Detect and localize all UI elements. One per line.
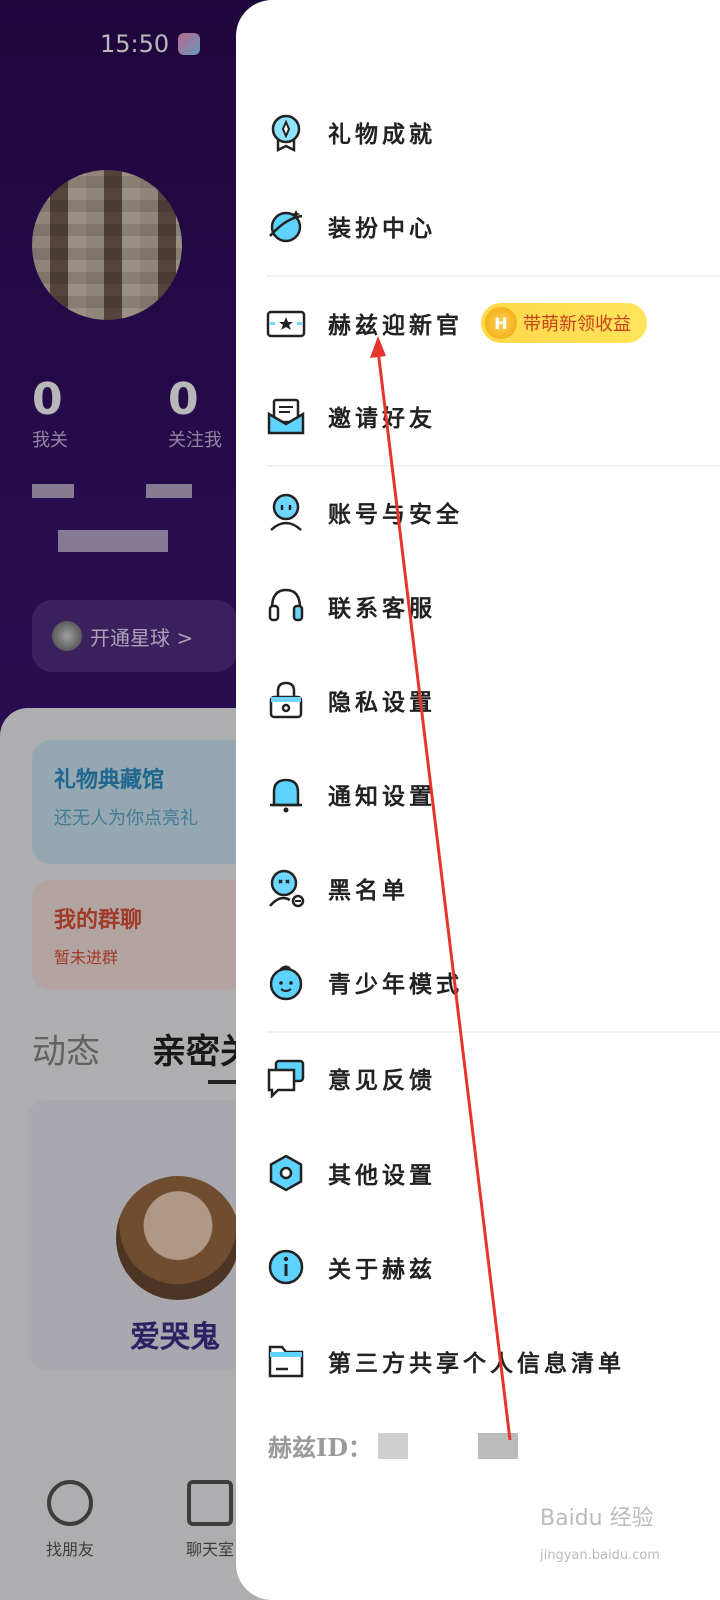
divider	[266, 1031, 720, 1033]
user-icon	[270, 493, 302, 531]
blocked-user-icon	[269, 869, 305, 908]
menu-label: 礼物成就	[328, 121, 436, 148]
chat-bubble-icon	[267, 1059, 305, 1098]
hertz-id: 赫兹ID：	[268, 1428, 519, 1463]
lock-icon	[269, 681, 303, 719]
menu-item-dress-up-center[interactable]: 装扮中心	[266, 196, 706, 256]
headset-icon	[268, 588, 304, 622]
star-card-icon	[266, 310, 306, 338]
menu-item-hertz-welcome[interactable]: 赫兹迎新官 H 带萌新领收益	[266, 293, 706, 353]
side-drawer: 礼物成就 装扮中心 赫兹迎新官 H 带萌新领收益 邀请好友 账号与安全 联系客服…	[236, 0, 720, 1600]
menu-label: 第三方共享个人信息清单	[328, 1350, 625, 1377]
menu-label: 赫兹迎新官	[328, 312, 463, 339]
badge-label: 带萌新领收益	[523, 314, 631, 335]
newbie-reward-badge[interactable]: H 带萌新领收益	[481, 303, 647, 343]
info-icon	[268, 1249, 304, 1285]
menu-item-about-hertz[interactable]: 关于赫兹	[266, 1237, 706, 1297]
redacted-id	[478, 1432, 519, 1459]
menu-item-account-security[interactable]: 账号与安全	[266, 482, 706, 542]
menu-label: 意见反馈	[328, 1067, 436, 1094]
menu-item-feedback[interactable]: 意见反馈	[266, 1048, 706, 1108]
menu-label: 通知设置	[328, 783, 436, 810]
menu-label: 联系客服	[328, 595, 436, 622]
menu-label: 隐私设置	[328, 689, 436, 716]
divider	[266, 465, 720, 467]
menu-label: 关于赫兹	[328, 1256, 436, 1283]
menu-label: 账号与安全	[328, 501, 463, 528]
menu-item-gift-achievement[interactable]: 礼物成就	[266, 102, 706, 162]
menu-label: 装扮中心	[328, 215, 436, 242]
menu-item-notification-settings[interactable]: 通知设置	[266, 764, 706, 824]
hexagon-settings-icon	[269, 1154, 303, 1192]
menu-item-blacklist[interactable]: 黑名单	[266, 858, 706, 918]
menu-label: 其他设置	[328, 1162, 436, 1189]
menu-item-other-settings[interactable]: 其他设置	[266, 1143, 706, 1203]
envelope-icon	[267, 398, 305, 435]
menu-item-third-party-info-list[interactable]: 第三方共享个人信息清单	[266, 1331, 706, 1391]
menu-item-teen-mode[interactable]: 青少年模式	[266, 952, 706, 1012]
menu-item-privacy-settings[interactable]: 隐私设置	[266, 670, 706, 730]
menu-item-invite-friends[interactable]: 邀请好友	[266, 386, 706, 446]
planet-icon	[269, 210, 303, 243]
medal-icon	[271, 114, 301, 152]
menu-label: 邀请好友	[328, 405, 436, 432]
redacted-id	[378, 1432, 409, 1459]
menu-label: 黑名单	[328, 877, 409, 904]
folder-icon	[268, 1345, 304, 1378]
hertz-id-label: 赫兹ID：	[268, 1433, 373, 1462]
divider	[266, 275, 720, 277]
menu-item-customer-service[interactable]: 联系客服	[266, 576, 706, 636]
menu-label: 青少年模式	[328, 971, 463, 998]
watermark-url: jingyan.baidu.com	[540, 1548, 660, 1563]
bell-icon	[270, 778, 302, 813]
child-face-icon	[269, 965, 303, 1001]
coin-icon: H	[485, 307, 517, 339]
watermark: Baidu 经验	[540, 1506, 654, 1531]
